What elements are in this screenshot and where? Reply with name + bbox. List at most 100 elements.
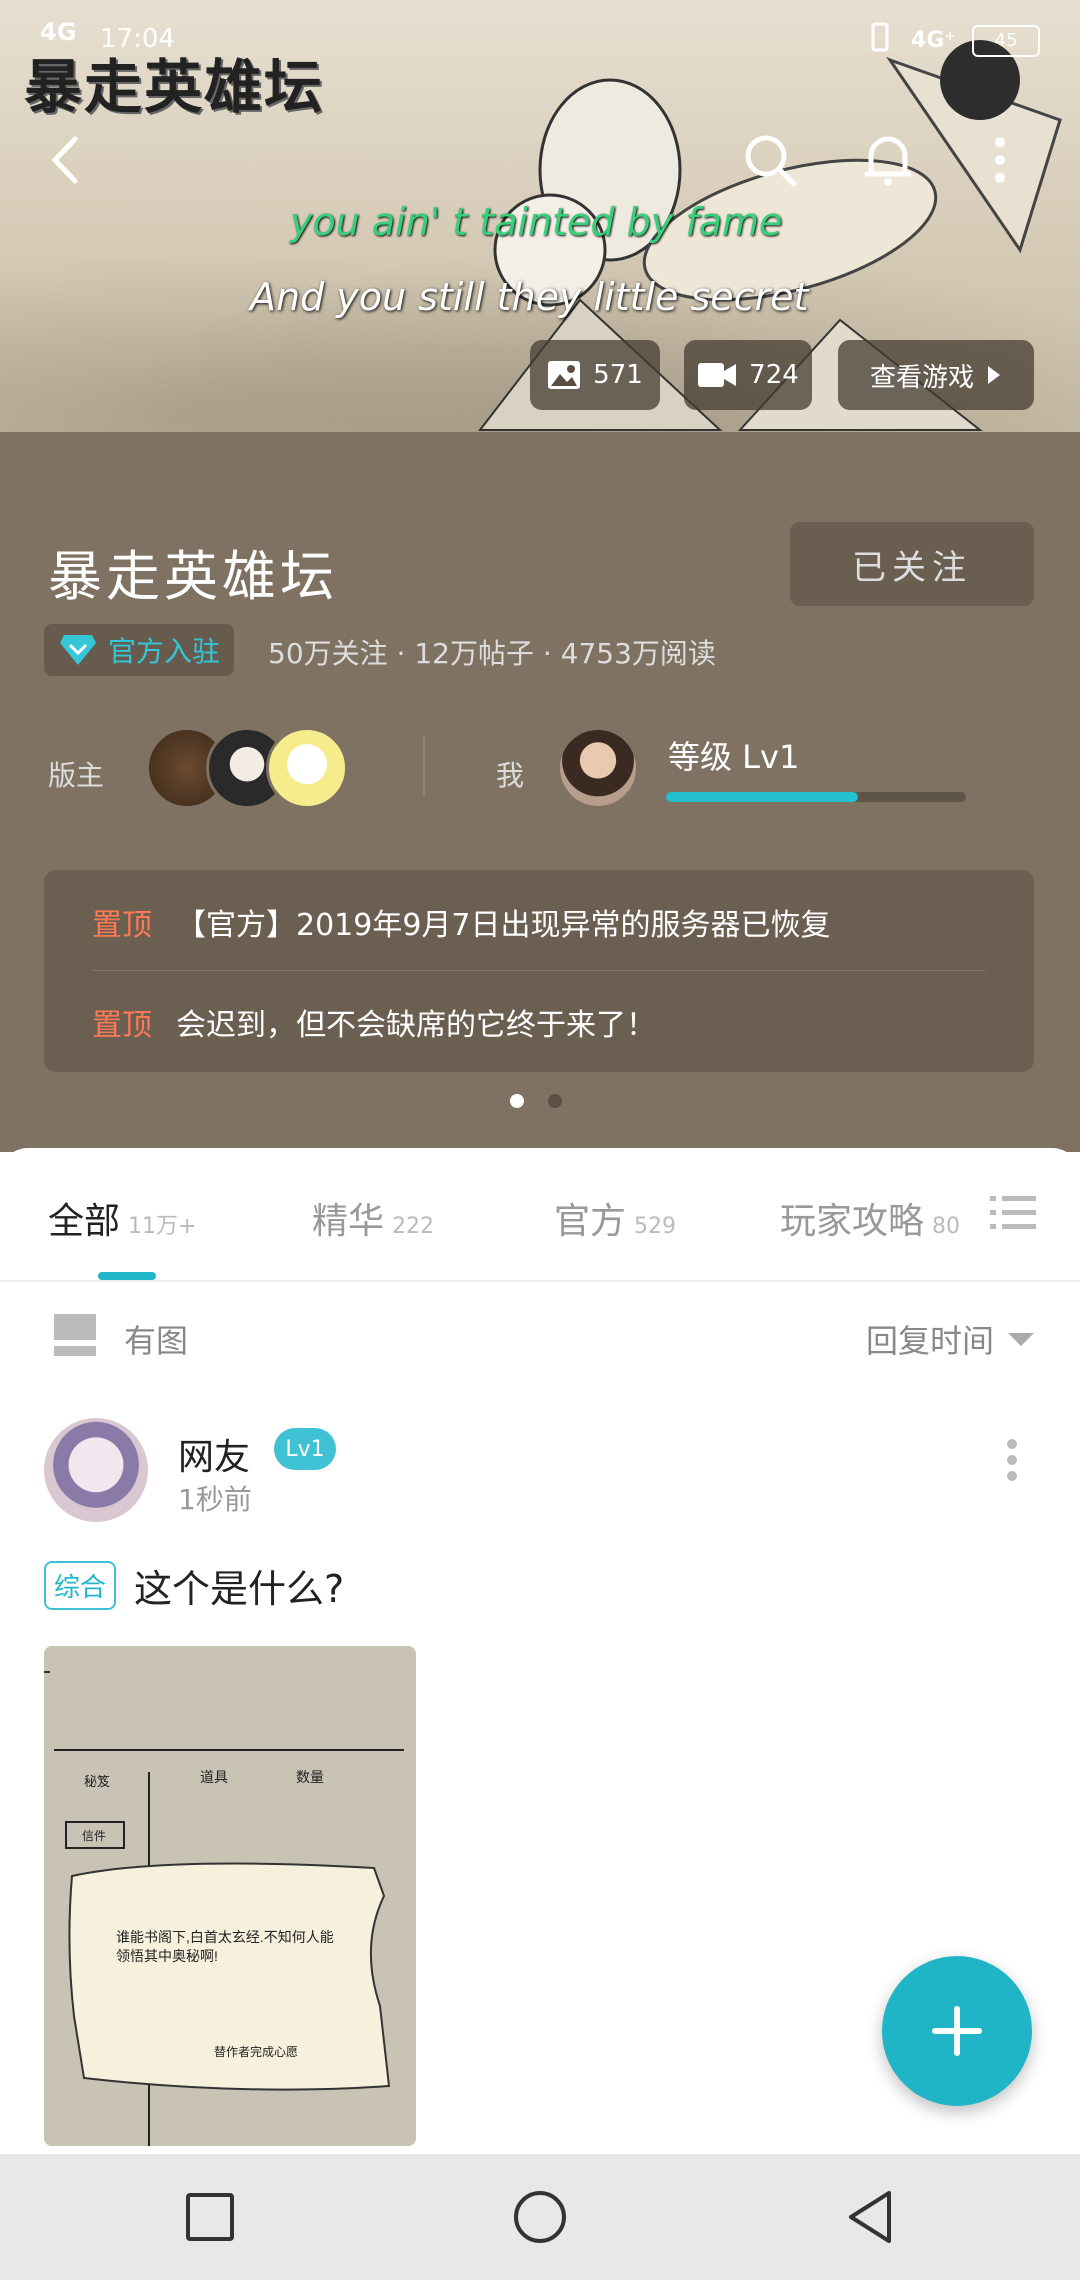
post-category-tag: 综合 [44, 1561, 117, 1610]
vertical-dots-icon [995, 137, 1005, 183]
home-button[interactable] [510, 2187, 570, 2247]
official-badge: 官方入驻 [44, 624, 235, 676]
forum-banner: 4G 17:04 4G⁺ 45 暴走英雄坛 you ain' t tainted… [0, 0, 1080, 432]
pinned-post-2[interactable]: 置顶 会迟到，但不会缺席的它终于来了！ [92, 1000, 656, 1044]
pager-dot-active [510, 1094, 524, 1108]
view-game-button[interactable]: 查看游戏 [838, 340, 1034, 410]
tab-bar: 全部 11万+ 精华 222 官方 529 玩家攻略 80 [0, 1148, 1080, 1282]
list-menu-icon [990, 1196, 1036, 1229]
image-scroll-text-1: 谁能书阁下,白首太玄经.不知何人能 [116, 1929, 334, 1945]
pinned-text: 【官方】2019年9月7日出现异常的服务器已恢复 [176, 908, 831, 943]
sort-dropdown[interactable]: 回复时间 [866, 1316, 1034, 1362]
post-title: 这个是什么? [134, 1567, 345, 1611]
view-game-label: 查看游戏 [869, 362, 974, 393]
sort-label: 回复时间 [865, 1322, 994, 1360]
divider [423, 737, 425, 797]
forum-info-panel: 暴走英雄坛 已关注 官方入驻 50万关注 · 12万帖子 · 4753万阅读 版… [0, 432, 1080, 1152]
lyric-line-1: you ain' t tainted by fame [290, 200, 783, 244]
with-image-toggle[interactable] [54, 1314, 96, 1356]
post-image[interactable]: 秘笈 道具 数量 信件 谁能书阁下,白首太玄经.不知何人能 领悟其中奥秘啊! 替… [44, 1646, 416, 2146]
images-count: 571 [593, 360, 643, 390]
tab-label: 全部 [48, 1201, 121, 1242]
lyric-line-2: And you still they little secret [250, 275, 809, 319]
image-tab-3: 数量 [296, 1769, 324, 1785]
tab-count: 80 [932, 1214, 961, 1239]
tab-count: 529 [634, 1214, 677, 1239]
system-back-button[interactable] [840, 2187, 900, 2247]
moderators-label: 版主 [48, 759, 105, 792]
pager-dot [548, 1094, 562, 1108]
moderator-avatar[interactable] [266, 727, 348, 809]
author-level-badge: Lv1 [274, 1428, 336, 1470]
author-avatar[interactable] [44, 1418, 148, 1522]
tab-all[interactable]: 全部 11万+ [48, 1192, 196, 1244]
game-logo: 暴走英雄坛 [24, 53, 325, 121]
pinned-divider [92, 970, 986, 971]
pinned-tag: 置顶 [92, 1008, 152, 1043]
tab-count: 222 [392, 1214, 435, 1239]
pinned-posts: 置顶 【官方】2019年9月7日出现异常的服务器已恢复 置顶 会迟到，但不会缺席… [44, 870, 1034, 1072]
my-level: 等级 Lv1 [668, 738, 800, 776]
tab-label: 官方 [554, 1201, 627, 1242]
level-progress-bar [666, 792, 966, 802]
level-progress-fill [666, 792, 858, 802]
search-button[interactable] [740, 130, 800, 190]
post-time: 1秒前 [178, 1483, 252, 1516]
official-label: 官方入驻 [108, 635, 221, 668]
forum-name: 暴走英雄坛 [48, 545, 338, 608]
image-icon [548, 361, 581, 389]
plus-icon [932, 2006, 982, 2056]
post-more-button[interactable] [1006, 1438, 1018, 1486]
image-scroll-text-2: 领悟其中奥秘啊! [116, 1948, 218, 1964]
tab-label: 精华 [312, 1201, 385, 1242]
moderator-avatars[interactable] [146, 727, 366, 809]
active-tab-indicator [98, 1272, 156, 1280]
tab-featured[interactable]: 精华 222 [312, 1192, 434, 1244]
back-button[interactable] [34, 130, 94, 190]
more-options-button[interactable] [970, 130, 1030, 190]
search-icon [745, 135, 797, 187]
post-title-row[interactable]: 综合 这个是什么? [44, 1558, 344, 1613]
tab-official[interactable]: 官方 529 [554, 1192, 676, 1244]
me-label: 我 [496, 759, 525, 792]
square-icon [186, 2193, 234, 2241]
battery-icon: 45 [972, 24, 1040, 57]
pinned-text: 会迟到，但不会缺席的它终于来了！ [176, 1008, 656, 1043]
video-icon [698, 363, 737, 387]
forum-stats: 50万关注 · 12万帖子 · 4753万阅读 [268, 637, 716, 670]
with-image-label[interactable]: 有图 [124, 1316, 188, 1362]
author-name[interactable]: 网友 [178, 1428, 250, 1480]
vertical-dots-icon [1007, 1439, 1017, 1481]
pinned-post-1[interactable]: 置顶 【官方】2019年9月7日出现异常的服务器已恢复 [92, 900, 831, 944]
tab-player-guides[interactable]: 玩家攻略 80 [780, 1192, 960, 1244]
image-tab-1: 秘笈 [84, 1774, 110, 1789]
notification-button[interactable] [858, 130, 918, 190]
play-arrow-icon [988, 366, 1000, 384]
triangle-back-icon [849, 2191, 891, 2243]
image-layout-icon [54, 1314, 96, 1356]
create-post-button[interactable] [882, 1956, 1032, 2106]
bell-icon [864, 136, 912, 186]
follow-button[interactable]: 已关注 [790, 522, 1034, 606]
vibrate-icon [865, 20, 895, 61]
images-chip[interactable]: 571 [530, 340, 660, 410]
signal-icon: 4G⁺ [911, 28, 956, 53]
pager-dots [510, 1094, 562, 1108]
videos-chip[interactable]: 724 [684, 340, 812, 410]
diamond-icon [60, 635, 96, 665]
my-avatar[interactable] [560, 730, 636, 806]
videos-count: 724 [749, 360, 799, 390]
image-tab-2: 道具 [200, 1769, 228, 1785]
image-letter-button: 信件 [82, 1829, 106, 1843]
circle-icon [514, 2191, 566, 2243]
tab-count: 11万+ [128, 1214, 197, 1239]
tab-menu-button[interactable] [990, 1194, 1036, 1236]
image-scroll-footer: 替作者完成心愿 [214, 2044, 298, 2059]
back-arrow-icon [51, 136, 78, 184]
filter-bar: 有图 回复时间 [0, 1280, 1080, 1400]
tab-label: 玩家攻略 [780, 1201, 925, 1242]
recents-button[interactable] [180, 2187, 240, 2247]
dropdown-arrow-icon [1008, 1333, 1034, 1346]
post-image-content: 秘笈 道具 数量 信件 谁能书阁下,白首太玄经.不知何人能 领悟其中奥秘啊! 替… [44, 1646, 416, 2146]
system-nav-bar [0, 2154, 1080, 2280]
